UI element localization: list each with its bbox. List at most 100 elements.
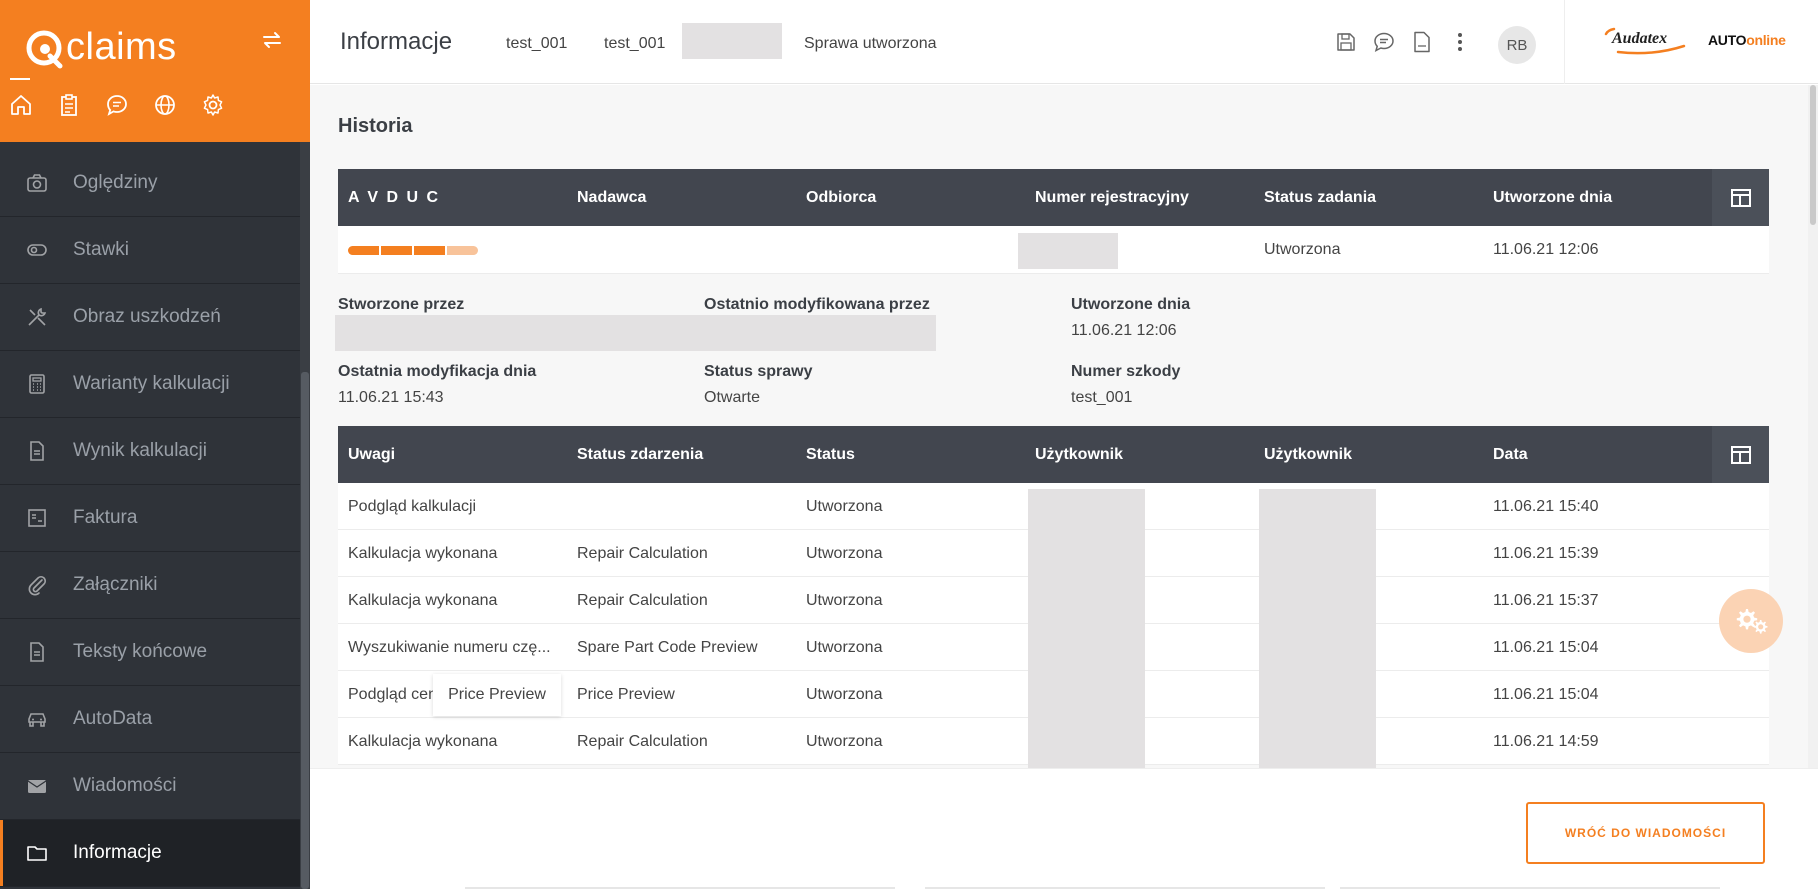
gear-icon[interactable] xyxy=(200,92,226,118)
event-note: Wyszukiwanie numeru czę... xyxy=(348,639,551,656)
sidebar-item-wynik-kalkulacji[interactable]: Wynik kalkulacji xyxy=(0,418,300,485)
column-header[interactable]: Data xyxy=(1493,446,1528,464)
sidebar-item-zalaczniki[interactable]: Załączniki xyxy=(0,552,300,619)
redacted-registration xyxy=(1018,233,1118,269)
progress-segment xyxy=(348,246,379,255)
save-icon[interactable] xyxy=(1335,30,1357,54)
toolbar-divider xyxy=(1564,0,1565,84)
case-status-label: Status sprawy xyxy=(704,363,813,380)
event-note: Kalkulacja wykonana xyxy=(348,592,498,609)
claims-logo[interactable]: claims xyxy=(24,14,204,70)
column-header[interactable]: Utworzone dnia xyxy=(1493,189,1612,207)
chat-icon[interactable] xyxy=(104,92,130,118)
redacted-user-column xyxy=(1028,489,1145,768)
invoice-icon xyxy=(26,507,48,529)
settings-fab[interactable] xyxy=(1719,589,1783,653)
event-note: Podgląd kalkulacji xyxy=(348,498,477,515)
sidebar-scrollbar[interactable] xyxy=(300,142,310,889)
modified-by-label: Ostatnio modyfikowana przez xyxy=(704,296,930,313)
gears-icon xyxy=(1736,609,1768,634)
event-type: Spare Part Code Preview xyxy=(577,639,758,656)
history-row[interactable]: Utworzona 11.06.21 12:06 xyxy=(338,226,1769,274)
progress-segment xyxy=(447,246,478,255)
case-id: test_001 xyxy=(506,35,568,52)
column-header[interactable]: Status zadania xyxy=(1264,189,1376,207)
column-header[interactable]: A V D U C xyxy=(348,189,440,207)
event-note: Kalkulacja wykonana xyxy=(348,545,498,562)
last-modified-value: 11.06.21 15:43 xyxy=(338,389,444,406)
column-layout-icon[interactable] xyxy=(1712,426,1769,483)
case-status-value: Otwarte xyxy=(704,389,761,406)
column-header[interactable]: Status xyxy=(806,446,855,464)
paperclip-icon xyxy=(26,574,48,596)
sidebar-item-obraz-uszkodzen[interactable]: Obraz uszkodzeń xyxy=(0,284,300,351)
sidebar-scrollbar-thumb[interactable] xyxy=(301,372,309,889)
event-date: 11.06.21 14:59 xyxy=(1493,733,1599,750)
sidebar-item-label: Informacje xyxy=(73,842,162,863)
sidebar-item-faktura[interactable]: Faktura xyxy=(0,485,300,552)
pdf-file-icon[interactable] xyxy=(1411,30,1433,54)
calculator-icon xyxy=(26,373,48,395)
sidebar-item-stawki[interactable]: Stawki xyxy=(0,217,300,284)
clipboard-icon[interactable] xyxy=(56,92,82,118)
event-type: Repair Calculation xyxy=(577,592,708,609)
column-header[interactable]: Użytkownik xyxy=(1264,446,1352,464)
brand-name: claims xyxy=(66,26,177,68)
sidebar-item-label: Teksty końcowe xyxy=(73,641,208,662)
column-header[interactable]: Numer rejestracyjny xyxy=(1035,189,1189,207)
tooltip: Price Preview xyxy=(433,674,561,716)
comment-icon[interactable] xyxy=(1373,30,1395,54)
event-date: 11.06.21 15:04 xyxy=(1493,686,1599,703)
sidebar-item-label: Wynik kalkulacji xyxy=(73,440,207,461)
document-icon xyxy=(26,641,48,663)
sidebar-item-label: Faktura xyxy=(73,507,138,528)
user-avatar[interactable]: RB xyxy=(1498,26,1536,64)
event-type: Price Preview xyxy=(577,686,675,703)
sidebar-item-label: Oględziny xyxy=(73,172,158,193)
damage-number-value: test_001 xyxy=(1071,389,1133,406)
autoonline-logo: AUTOonline xyxy=(1708,32,1786,48)
brand-header: claims xyxy=(0,0,310,142)
more-vertical-icon[interactable] xyxy=(1449,30,1471,54)
logo-mark-icon xyxy=(26,30,63,69)
event-date: 11.06.21 15:40 xyxy=(1493,498,1599,515)
sidebar-item-informacje[interactable]: Informacje xyxy=(0,820,300,887)
autoonline-logo-auto: AUTO xyxy=(1708,32,1747,48)
document-icon xyxy=(26,440,48,462)
column-header[interactable]: Uwagi xyxy=(348,446,395,464)
damage-number-label: Numer szkody xyxy=(1071,363,1181,380)
event-date: 11.06.21 15:37 xyxy=(1493,592,1599,609)
column-header[interactable]: Nadawca xyxy=(577,189,646,207)
column-header[interactable]: Odbiorca xyxy=(806,189,876,207)
sidebar-item-teksty-koncowe[interactable]: Teksty końcowe xyxy=(0,619,300,686)
autoonline-logo-online: online xyxy=(1746,32,1786,48)
content-scrollbar-thumb[interactable] xyxy=(1810,85,1816,225)
page-title: Informacje xyxy=(340,28,453,55)
sidebar-item-autodata[interactable]: AutoData xyxy=(0,686,300,753)
sidebar-item-ogledziny[interactable]: Oględziny xyxy=(0,150,300,217)
created-on-value: 11.06.21 12:06 xyxy=(1071,322,1177,339)
sidebar-item-wiadomosci[interactable]: Wiadomości xyxy=(0,753,300,820)
column-header[interactable]: Status zdarzenia xyxy=(577,446,703,464)
mail-icon xyxy=(26,775,48,797)
event-date: 11.06.21 15:39 xyxy=(1493,545,1599,562)
redacted-user-column xyxy=(1259,489,1376,768)
swap-arrows-icon[interactable] xyxy=(258,28,286,52)
car-icon xyxy=(26,708,48,730)
column-header[interactable]: Użytkownik xyxy=(1035,446,1123,464)
home-icon[interactable] xyxy=(8,92,34,118)
camera-icon xyxy=(26,172,48,194)
event-date: 11.06.21 15:04 xyxy=(1493,639,1599,656)
sidebar-item-label: Załączniki xyxy=(73,574,158,595)
column-layout-icon[interactable] xyxy=(1712,169,1769,226)
event-status: Utworzona xyxy=(806,498,883,515)
footer: WRÓĆ DO WIADOMOŚCI xyxy=(310,768,1818,889)
sidebar-item-warianty-kalkulacji[interactable]: Warianty kalkulacji xyxy=(0,351,300,418)
back-to-messages-button[interactable]: WRÓĆ DO WIADOMOŚCI xyxy=(1526,802,1765,864)
progress-segment xyxy=(414,246,445,255)
logo-underline xyxy=(10,78,30,80)
case-status: Sprawa utworzona xyxy=(804,35,937,52)
content-scrollbar[interactable] xyxy=(1808,85,1818,768)
globe-icon[interactable] xyxy=(152,92,178,118)
event-status: Utworzona xyxy=(806,733,883,750)
